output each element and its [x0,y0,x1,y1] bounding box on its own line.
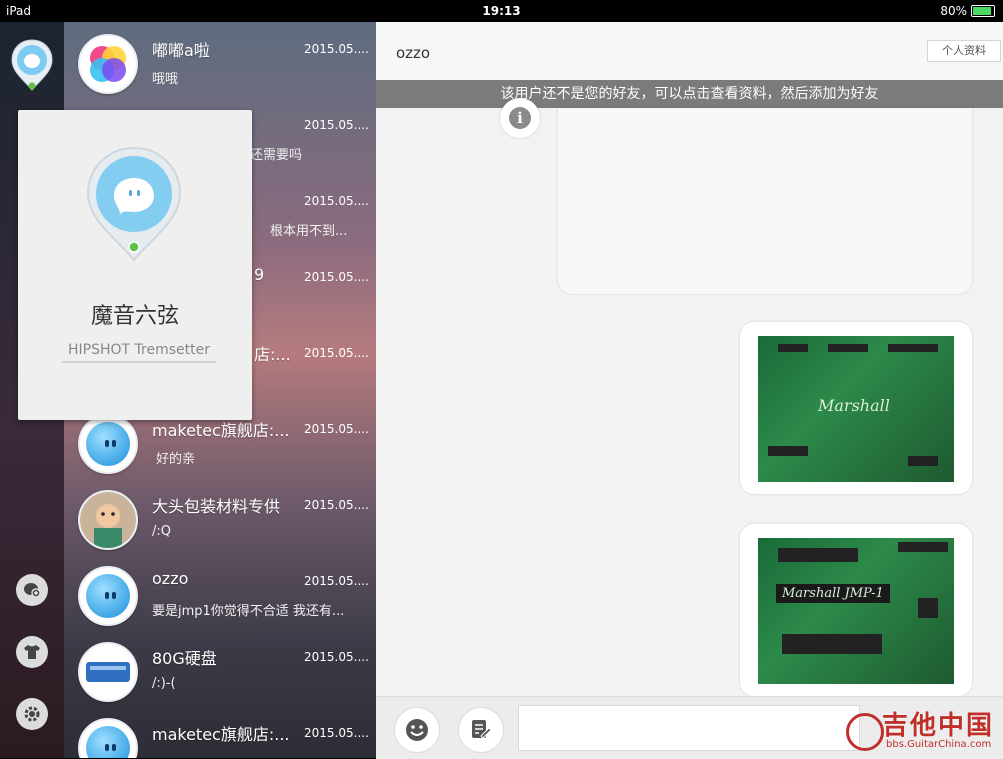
image-message[interactable]: Marshall [740,322,972,494]
battery-status: 80% [940,4,995,18]
tshirt-icon[interactable] [16,636,48,668]
conversation-item[interactable]: ozzo 2015.05.... 要是jmp1你觉得不合适 我还有... [64,554,376,630]
watermark-brand: 吉他中国 [882,711,995,741]
profile-avatar-icon[interactable] [10,38,54,94]
qq-penguin-icon [86,726,130,758]
circuit-board-image: Marshall JMP-1 [758,538,954,684]
message-bubble[interactable] [558,108,972,294]
avatar [78,642,138,702]
conversation-preview: /:Q [152,524,171,539]
watermark: 吉他中国 bbs.GuitarChina.com [846,705,1003,755]
image-logo: Marshall JMP-1 [776,584,890,603]
profile-name: 魔音六弦 [90,304,179,329]
battery-icon [971,5,995,17]
qq-penguin-icon [86,574,130,618]
message-input[interactable] [518,705,860,751]
profile-popup: 魔音六弦 HIPSHOT Tremsetter [18,110,252,420]
conversation-name: ozzo [152,569,189,588]
conversation-date: 2015.05.... [304,650,369,664]
conversation-name: 嘟嘟a啦 [152,41,210,60]
chat-add-icon[interactable] [16,574,48,606]
gear-icon[interactable] [16,698,48,730]
circuit-board-image: Marshall [758,336,954,482]
clock: 19:13 [482,4,521,18]
info-icon[interactable]: i [500,98,540,138]
emoji-icon[interactable] [394,707,440,753]
status-bar: iPad 19:13 80% [0,0,1003,22]
qq-penguin-icon [86,422,130,466]
profile-avatar-icon [86,146,182,262]
chat-title: ozzo [396,44,431,62]
input-bar: 吉他中国 bbs.GuitarChina.com [376,696,1003,759]
conversation-name: 店:... [254,345,291,364]
profile-button[interactable]: 个人资料 [927,40,1001,62]
chat-pane: ozzo 个人资料 该用户还不是您的好友，可以点击查看资料，然后添加为好友 i … [376,22,1003,759]
friend-notice-banner[interactable]: 该用户还不是您的好友，可以点击查看资料，然后添加为好友 [376,80,1003,108]
conversation-preview: 好的亲 [156,452,196,467]
conversation-date: 2015.05.... [304,42,369,56]
conversation-preview: 根本用不到... [270,224,348,239]
conversation-date: 2015.05.... [304,118,369,132]
image-logo: Marshall [818,396,890,415]
conversation-item[interactable]: 嘟嘟a啦 2015.05.... 哦哦 [64,22,376,98]
avatar [78,566,138,626]
avatar [78,34,138,94]
conversation-date: 2015.05.... [304,346,369,360]
avatar [78,718,138,758]
avatar [78,414,138,474]
conversation-date: 2015.05.... [304,574,369,588]
battery-percent: 80% [940,4,967,18]
conversation-date: 2015.05.... [304,194,369,208]
watermark-url: bbs.GuitarChina.com [886,739,992,750]
conversation-name: 大头包装材料专供 [152,497,281,516]
conversation-date: 2015.05.... [304,498,369,512]
avatar [78,490,138,550]
conversation-name: 9 [254,265,265,284]
conversation-name: maketec旗舰店:... [152,421,290,440]
conversation-preview: 哦哦 [152,72,179,87]
guitar-logo-icon [846,713,884,751]
conversation-name: maketec旗舰店:... [152,725,290,744]
conversation-preview: /:)-( [152,676,176,691]
conversation-item[interactable]: 大头包装材料专供 2015.05.... /:Q [64,478,376,554]
chat-header: ozzo 个人资料 [376,22,1003,80]
conversation-date: 2015.05.... [304,270,369,284]
conversation-preview: 要是jmp1你觉得不合适 我还有... [152,604,345,619]
conversation-item[interactable]: maketec旗舰店:... 2015.05.... [64,706,376,758]
conversation-name: 80G硬盘 [152,649,217,668]
conversation-item[interactable]: 80G硬盘 2015.05.... /:)-( [64,630,376,706]
profile-signature[interactable]: HIPSHOT Tremsetter [62,342,216,363]
edit-icon[interactable] [458,707,504,753]
conversation-preview: 还需要吗 [250,148,303,163]
image-message[interactable]: Marshall JMP-1 [740,524,972,696]
conversation-date: 2015.05.... [304,726,369,740]
conversation-date: 2015.05.... [304,422,369,436]
